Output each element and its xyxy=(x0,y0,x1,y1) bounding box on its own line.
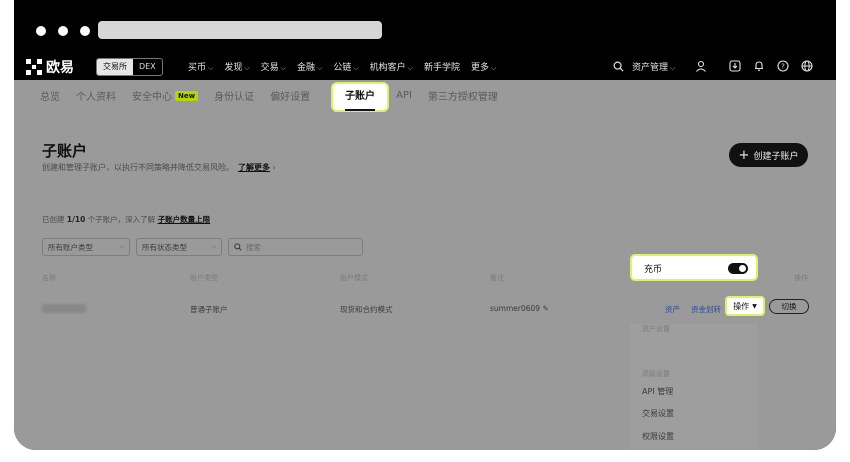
menu-item-discover[interactable]: 发现 ⌵ xyxy=(224,60,249,73)
account-type-filter[interactable]: 所有账户类型 ⌵ xyxy=(42,238,130,256)
user-icon[interactable] xyxy=(693,58,709,74)
chevron-down-icon: ⌵ xyxy=(670,63,676,72)
switch-button[interactable]: 切换 xyxy=(769,299,809,314)
operate-dropdown-button[interactable]: 操作 ▼ xyxy=(725,296,765,316)
brand-name: 欧易 xyxy=(46,60,74,76)
okx-logo-icon xyxy=(26,59,42,75)
chevron-down-icon: ⌵ xyxy=(280,64,286,72)
window-dot[interactable] xyxy=(80,26,90,36)
edit-icon[interactable]: ✎ xyxy=(542,304,548,313)
window-controls xyxy=(36,26,90,36)
tab-third-party[interactable]: 第三方授权管理 xyxy=(428,88,498,103)
tab-subaccount[interactable]: 子账户 xyxy=(331,82,389,112)
col-header-type: 账户类型 xyxy=(190,274,218,282)
search-icon[interactable] xyxy=(610,58,626,74)
col-header-note: 备注 xyxy=(490,274,504,282)
top-nav: 欧易 交易所 DEX 买币 ⌵ 发现 ⌵ 交易 ⌵ 金融 ⌵ 公链 ⌵ 机构客户 ⌵ 新手学… xyxy=(14,52,836,80)
mode-switch: 交易所 DEX xyxy=(96,58,163,76)
col-header-mode: 账户模式 xyxy=(340,274,368,282)
plus-icon: + xyxy=(738,147,750,163)
subaccount-name: xxxxxxxxxx xyxy=(42,304,87,313)
col-header-name: 名称 xyxy=(42,274,56,282)
menu-item-academy[interactable]: 新手学院 xyxy=(424,60,460,73)
deposit-toggle-row[interactable]: 充币 xyxy=(630,254,758,281)
chevron-down-icon: ⌵ xyxy=(244,64,250,72)
chevron-down-icon: ⌵ xyxy=(317,64,323,72)
subaccount-count: 已创建 1/10 个子账户，深入了解 子账户数量上限 xyxy=(42,215,211,224)
subaccount-note: summer0609 ✎ xyxy=(490,304,549,313)
search-input[interactable]: 搜索 xyxy=(228,238,363,256)
settings-tabs: 总览 个人资料 安全中心 New 身份认证 偏好设置 API 第三方授权管理 xyxy=(40,88,514,103)
svg-text:?: ? xyxy=(781,63,785,71)
menu-item-chain[interactable]: 公链 ⌵ xyxy=(333,60,358,73)
operate-dropdown-menu: 资产设置 高级设置 API 管理 交易设置 权限设置 xyxy=(630,324,758,450)
col-header-action: 操作 xyxy=(794,274,808,282)
tab-overview[interactable]: 总览 xyxy=(40,88,60,103)
tab-profile[interactable]: 个人资料 xyxy=(76,88,116,103)
menu-item-finance[interactable]: 金融 ⌵ xyxy=(297,60,322,73)
dropdown-section-advanced: 高级设置 xyxy=(642,370,670,378)
subaccount-type: 普通子账户 xyxy=(190,305,228,314)
window-dot[interactable] xyxy=(58,26,68,36)
deposit-toggle-switch[interactable] xyxy=(728,263,748,274)
menu-item-trade[interactable]: 交易 ⌵ xyxy=(261,60,286,73)
dropdown-item-permissions[interactable]: 权限设置 xyxy=(642,431,674,442)
page-subtitle: 创建和管理子账户，以执行不同策略并降低交易风险。 了解更多 › xyxy=(42,163,276,172)
asset-management-menu[interactable]: 资产管理 ⌵ xyxy=(632,60,675,73)
browser-window: 欧易 交易所 DEX 买币 ⌵ 发现 ⌵ 交易 ⌵ 金融 ⌵ 公链 ⌵ 机构客户 ⌵ 新手学… xyxy=(14,0,836,450)
mode-exchange[interactable]: 交易所 xyxy=(97,59,133,75)
address-bar[interactable] xyxy=(98,21,382,39)
limit-link[interactable]: 子账户数量上限 xyxy=(158,215,211,224)
dropdown-item-trade-settings[interactable]: 交易设置 xyxy=(642,408,674,419)
chevron-down-icon: ⌵ xyxy=(491,64,497,72)
tab-verification[interactable]: 身份认证 xyxy=(214,88,254,103)
caret-down-icon: ▼ xyxy=(752,302,757,310)
menu-item-institutional[interactable]: 机构客户 ⌵ xyxy=(370,60,413,73)
dropdown-section-assets: 资产设置 xyxy=(642,325,670,333)
globe-icon[interactable] xyxy=(799,58,815,74)
chevron-down-icon: ⌵ xyxy=(211,243,216,250)
nav-right: 资产管理 ⌵ ? xyxy=(610,58,815,74)
active-tab-indicator xyxy=(345,109,375,111)
chevron-down-icon: ⌵ xyxy=(407,64,413,72)
tab-api[interactable]: API xyxy=(396,88,412,103)
tab-security[interactable]: 安全中心 New xyxy=(132,88,199,103)
menu-item-buy[interactable]: 买币 ⌵ xyxy=(188,60,213,73)
chevron-down-icon: ⌵ xyxy=(119,243,124,250)
mode-dex[interactable]: DEX xyxy=(133,59,162,75)
subaccount-mode: 现货和合约模式 xyxy=(340,305,393,314)
page-title: 子账户 xyxy=(42,142,88,160)
chevron-right-icon: › xyxy=(270,163,276,172)
window-dot[interactable] xyxy=(36,26,46,36)
chevron-down-icon: ⌵ xyxy=(353,64,359,72)
tab-preferences[interactable]: 偏好设置 xyxy=(270,88,310,103)
menu-item-more[interactable]: 更多 ⌵ xyxy=(471,60,496,73)
dropdown-item-api[interactable]: API 管理 xyxy=(642,386,673,397)
help-icon[interactable]: ? xyxy=(775,58,791,74)
main-menu: 买币 ⌵ 发现 ⌵ 交易 ⌵ 金融 ⌵ 公链 ⌵ 机构客户 ⌵ 新手学院 更多 ⌵ xyxy=(188,60,507,73)
status-type-filter[interactable]: 所有状态类型 ⌵ xyxy=(136,238,222,256)
search-icon xyxy=(234,243,242,251)
bell-icon[interactable] xyxy=(751,58,767,74)
brand-logo[interactable]: 欧易 xyxy=(26,57,74,77)
new-badge: New xyxy=(175,90,199,101)
deposit-label: 充币 xyxy=(644,265,663,275)
search-placeholder: 搜索 xyxy=(246,242,261,252)
assets-link[interactable]: 资产 xyxy=(665,304,680,315)
create-subaccount-button[interactable]: + 创建子账户 xyxy=(729,143,808,167)
download-icon[interactable] xyxy=(727,58,743,74)
chevron-down-icon: ⌵ xyxy=(208,64,214,72)
transfer-link[interactable]: 资金划转 xyxy=(691,304,721,315)
learn-more-link[interactable]: 了解更多 xyxy=(238,163,270,172)
